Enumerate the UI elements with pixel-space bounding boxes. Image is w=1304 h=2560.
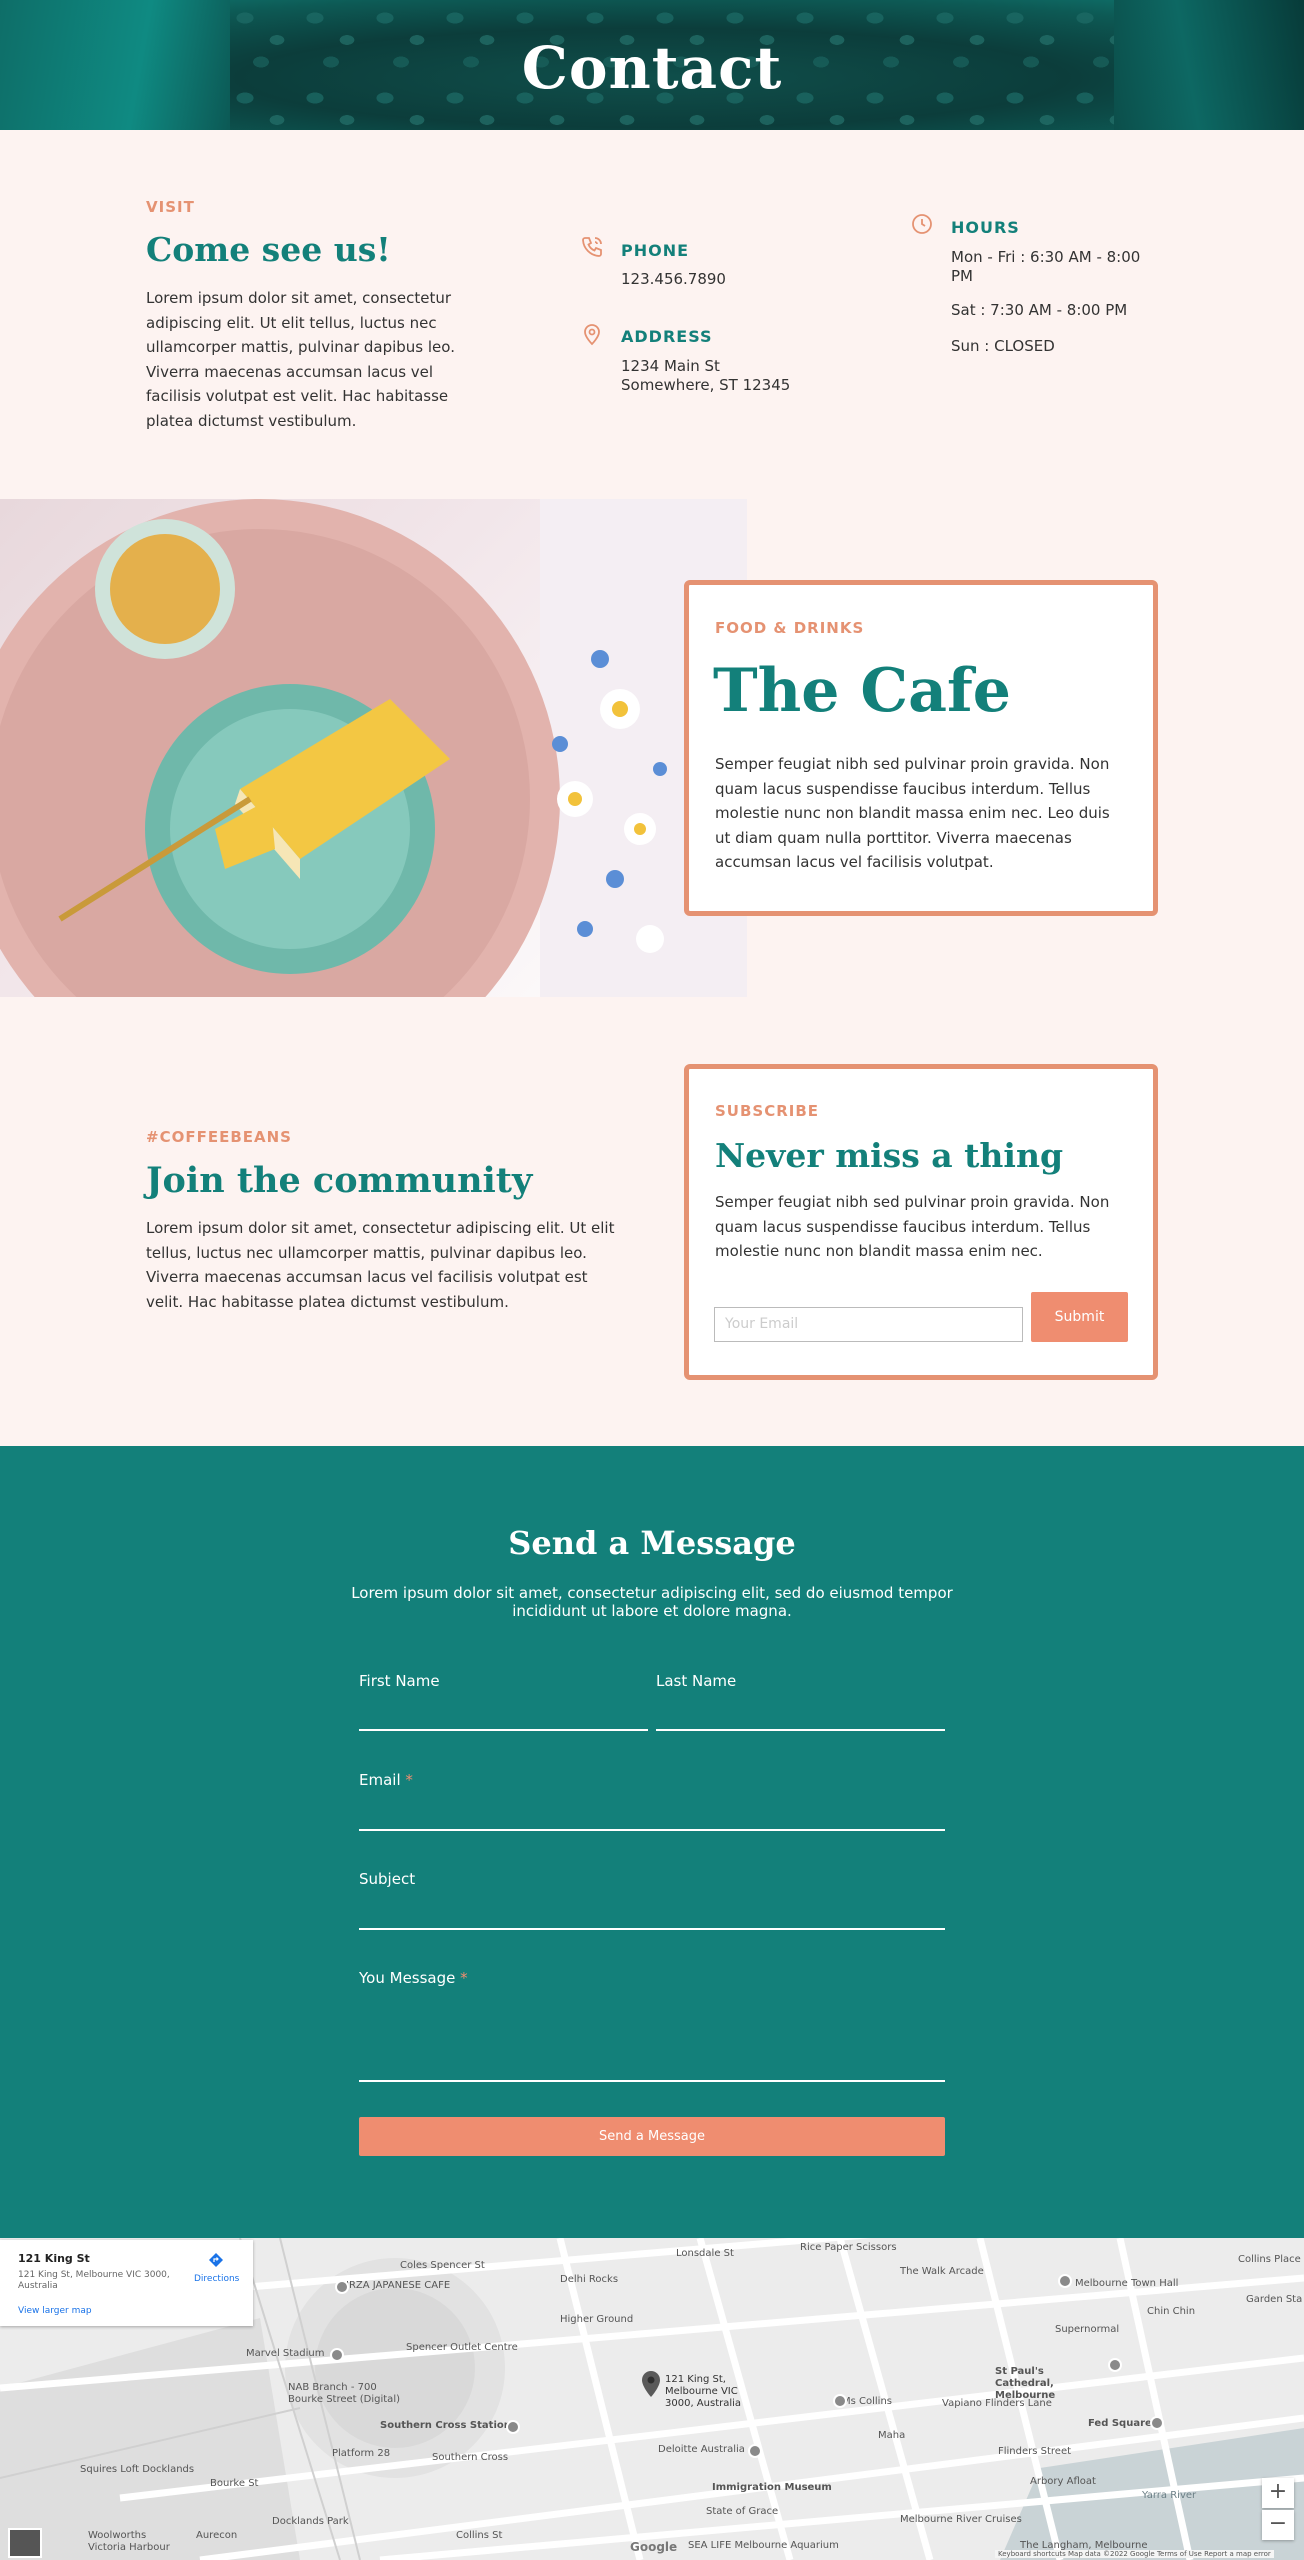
google-logo: Google	[630, 2540, 678, 2554]
subject-field[interactable]	[359, 1928, 945, 1930]
address-label: ADDRESS	[621, 327, 713, 346]
location-marker-icon[interactable]	[641, 2370, 661, 2398]
cafe-photo	[0, 499, 747, 997]
visit-title: Come see us!	[146, 230, 391, 269]
community-body: Lorem ipsum dolor sit amet, consectetur …	[146, 1219, 615, 1311]
map-poi-icon[interactable]	[1058, 2274, 1072, 2288]
location-marker-label: 121 King St, Melbourne VIC 3000, Austral…	[665, 2374, 742, 2409]
first-name-label: First Name	[359, 1672, 440, 1690]
directions-link[interactable]: Directions	[194, 2274, 239, 2284]
hours-saturday: Sat : 7:30 AM - 8:00 PM	[951, 301, 1128, 319]
cafe-eyebrow: FOOD & DRINKS	[715, 619, 865, 637]
map-poi-icon[interactable]	[1108, 2358, 1122, 2372]
map-pin-icon	[584, 324, 600, 346]
cafe-title: The Cafe	[713, 656, 1011, 726]
map-place-card: 121 King St 121 King St, Melbourne VIC 3…	[0, 2240, 253, 2326]
map-poi-icon[interactable]	[748, 2444, 762, 2458]
phone-value[interactable]: 123.456.7890	[621, 270, 726, 289]
subscribe-title: Never miss a thing	[715, 1136, 1064, 1175]
phone-icon	[582, 237, 602, 257]
first-name-field[interactable]	[359, 1729, 648, 1731]
map-poi-icon[interactable]	[330, 2348, 344, 2362]
visit-eyebrow: VISIT	[146, 198, 195, 216]
map-layer-thumbnail[interactable]	[8, 2528, 42, 2558]
page-title: Contact	[521, 34, 783, 102]
map-poi-icon[interactable]	[335, 2280, 349, 2294]
map-poi-icon[interactable]	[506, 2420, 520, 2434]
subscribe-eyebrow: SUBSCRIBE	[715, 1102, 820, 1120]
hours-sunday: Sun : CLOSED	[951, 337, 1055, 355]
cafe-body: Semper feugiat nibh sed pulvinar proin g…	[715, 755, 1110, 871]
message-subtitle: Lorem ipsum dolor sit amet, consectetur …	[351, 1584, 953, 1620]
email-field[interactable]	[359, 1829, 945, 1831]
message-textarea[interactable]	[359, 2080, 945, 2082]
cake-plate-illustration	[0, 499, 747, 997]
subscribe-body: Semper feugiat nibh sed pulvinar proin g…	[715, 1193, 1110, 1260]
address-line-1: 1234 Main St	[621, 357, 720, 375]
hours-weekday: Mon - Fri : 6:30 AM - 8:00 PM	[951, 248, 1141, 285]
message-title: Send a Message	[508, 1524, 796, 1562]
clock-icon	[912, 214, 932, 234]
map-footer[interactable]: Keyboard shortcuts Map data ©2022 Google…	[995, 2550, 1274, 2558]
map-poi-icon[interactable]	[1150, 2416, 1164, 2430]
zoom-in-button[interactable]: +	[1262, 2478, 1294, 2508]
phone-label: PHONE	[621, 241, 690, 260]
email-label: Email *	[359, 1771, 413, 1789]
visit-body: Lorem ipsum dolor sit amet, consectetur …	[146, 289, 455, 430]
last-name-label: Last Name	[656, 1672, 737, 1690]
map-poi-icon[interactable]	[833, 2394, 847, 2408]
directions-icon[interactable]	[208, 2252, 224, 2268]
message-label: You Message *	[359, 1969, 468, 1987]
zoom-out-button[interactable]: −	[1262, 2510, 1294, 2540]
community-eyebrow: #COFFEEBEANS	[146, 1128, 292, 1146]
map-place-title: 121 King St	[18, 2252, 90, 2265]
view-larger-map-link[interactable]: View larger map	[18, 2306, 92, 2316]
last-name-field[interactable]	[656, 1729, 945, 1731]
send-message-button[interactable]: Send a Message	[359, 2117, 945, 2156]
map-place-address: 121 King St, Melbourne VIC 3000, Austral…	[18, 2270, 170, 2291]
subscribe-email-input[interactable]: Your Email	[714, 1307, 1023, 1342]
subject-label: Subject	[359, 1870, 416, 1888]
subscribe-submit-button[interactable]: Submit	[1031, 1292, 1128, 1342]
community-title: Join the community	[146, 1160, 533, 1201]
address-line-2: Somewhere, ST 12345	[621, 376, 791, 394]
hours-label: HOURS	[951, 218, 1020, 237]
hero-banner: Contact	[0, 0, 1304, 130]
